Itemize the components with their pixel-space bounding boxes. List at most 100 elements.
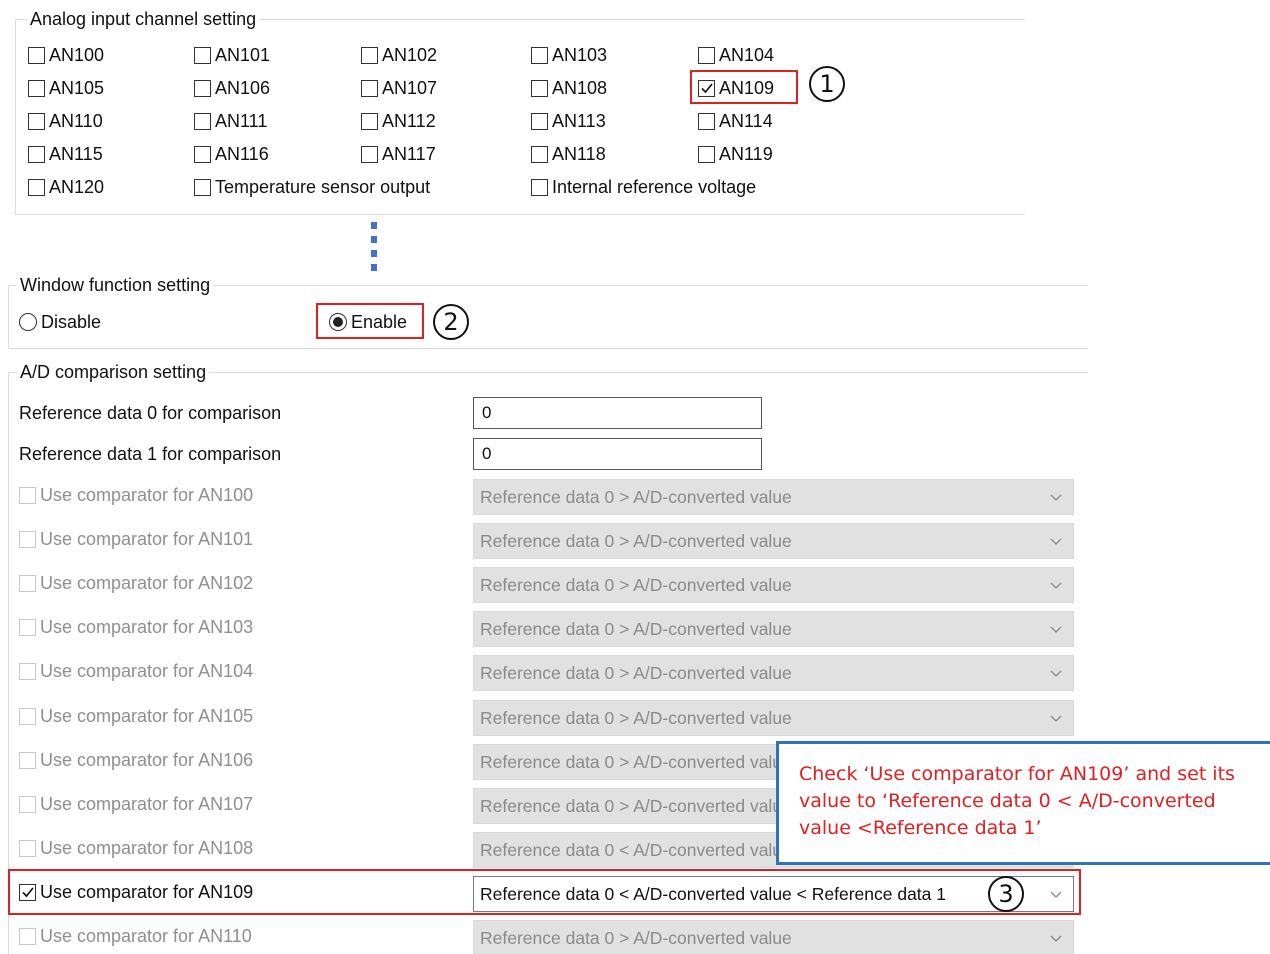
- disable-radio-circle[interactable]: [19, 313, 37, 331]
- channel-checkbox-an106[interactable]: AN106: [194, 76, 270, 100]
- channel-checkbox-an113-box[interactable]: [531, 112, 548, 130]
- channel-checkbox-an115[interactable]: AN115: [28, 142, 103, 166]
- comparator-checkbox-an105-box: [19, 707, 36, 725]
- analog-input-group: [15, 19, 1025, 215]
- comparator-checkbox-an102: Use comparator for AN102: [19, 571, 253, 595]
- channel-checkbox-an114-label: AN114: [719, 110, 773, 131]
- channel-checkbox-an103[interactable]: AN103: [531, 43, 607, 67]
- analog-input-group-title: Analog input channel setting: [27, 9, 260, 30]
- channel-checkbox-an111-label: AN111: [215, 110, 268, 131]
- channel-checkbox-an102[interactable]: AN102: [361, 43, 437, 67]
- ref1-input[interactable]: 0: [473, 438, 762, 470]
- channel-checkbox-an104-box[interactable]: [698, 46, 715, 64]
- channel-checkbox-an110-box[interactable]: [28, 112, 45, 130]
- channel-checkbox-an100[interactable]: AN100: [28, 43, 104, 67]
- comparator-checkbox-an107-box: [19, 795, 36, 813]
- ad-comparison-group-title: A/D comparison setting: [17, 362, 210, 383]
- channel-checkbox-an100-box[interactable]: [28, 46, 45, 64]
- channel-checkbox-an114[interactable]: AN114: [698, 109, 773, 133]
- ref0-input[interactable]: 0: [473, 397, 762, 429]
- channel-checkbox-an110-label: AN110: [49, 110, 103, 131]
- channel-checkbox-an117-label: AN117: [382, 143, 436, 164]
- comparator-mode-value: Reference data 0 > A/D-converted value: [480, 751, 792, 772]
- internal-reference-checkbox[interactable]: Internal reference voltage: [531, 175, 756, 199]
- channel-checkbox-an118-box[interactable]: [531, 145, 548, 163]
- channel-checkbox-an108-label: AN108: [552, 77, 608, 98]
- chevron-down-icon: [1049, 664, 1063, 678]
- temperature-sensor-checkbox[interactable]: Temperature sensor output: [194, 175, 430, 199]
- temperature-sensor-checkbox-box[interactable]: [194, 178, 211, 196]
- ref0-label: Reference data 0 for comparison: [19, 402, 282, 423]
- comparator-checkbox-an100: Use comparator for AN100: [19, 483, 253, 507]
- comparator-checkbox-an106-label: Use comparator for AN106: [40, 749, 254, 770]
- marker-2: 2: [433, 304, 469, 340]
- highlight-enable: [316, 303, 424, 339]
- channel-checkbox-an108[interactable]: AN108: [531, 76, 607, 100]
- channel-checkbox-an110[interactable]: AN110: [28, 109, 103, 133]
- comparator-checkbox-an106: Use comparator for AN106: [19, 748, 253, 772]
- channel-checkbox-an101-label: AN101: [215, 44, 271, 65]
- channel-checkbox-an120-label: AN120: [49, 176, 105, 197]
- comparator-mode-value: Reference data 0 > A/D-converted value: [480, 707, 792, 728]
- comparator-mode-value: Reference data 0 > A/D-converted value: [480, 662, 792, 683]
- channel-checkbox-an107-box[interactable]: [361, 79, 378, 97]
- channel-checkbox-an115-box[interactable]: [28, 145, 45, 163]
- channel-checkbox-an104[interactable]: AN104: [698, 43, 774, 67]
- channel-checkbox-an107[interactable]: AN107: [361, 76, 437, 100]
- channel-checkbox-an111-box[interactable]: [194, 112, 211, 130]
- comparator-checkbox-an104-box: [19, 662, 36, 680]
- channel-checkbox-an105-box[interactable]: [28, 79, 45, 97]
- comparator-checkbox-an102-label: Use comparator for AN102: [40, 572, 254, 593]
- channel-checkbox-an120[interactable]: AN120: [28, 175, 104, 199]
- highlight-an109: [690, 70, 798, 104]
- channel-checkbox-an100-label: AN100: [49, 44, 105, 65]
- comparator-mode-value: Reference data 0 > A/D-converted value: [480, 530, 792, 551]
- channel-checkbox-an119-label: AN119: [719, 143, 773, 164]
- comparator-checkbox-an105: Use comparator for AN105: [19, 704, 253, 728]
- comparator-checkbox-an100-box: [19, 486, 36, 504]
- channel-checkbox-an106-box[interactable]: [194, 79, 211, 97]
- channel-checkbox-an113[interactable]: AN113: [531, 109, 606, 133]
- comparator-mode-select-an100: Reference data 0 > A/D-converted value: [473, 479, 1074, 515]
- channel-checkbox-an119[interactable]: AN119: [698, 142, 773, 166]
- continuation-dots: [371, 222, 377, 278]
- channel-checkbox-an102-box[interactable]: [361, 46, 378, 64]
- comparator-mode-select-an104: Reference data 0 > A/D-converted value: [473, 655, 1074, 691]
- channel-checkbox-an112[interactable]: AN112: [361, 109, 436, 133]
- channel-checkbox-an105[interactable]: AN105: [28, 76, 104, 100]
- channel-checkbox-an114-box[interactable]: [698, 112, 715, 130]
- comparator-checkbox-an101: Use comparator for AN101: [19, 527, 253, 551]
- comparator-checkbox-an108-box: [19, 839, 36, 857]
- channel-checkbox-an112-box[interactable]: [361, 112, 378, 130]
- channel-checkbox-an118[interactable]: AN118: [531, 142, 606, 166]
- comparator-mode-select-an103: Reference data 0 > A/D-converted value: [473, 611, 1074, 647]
- comparator-mode-select-an105: Reference data 0 > A/D-converted value: [473, 700, 1074, 736]
- channel-checkbox-an101-box[interactable]: [194, 46, 211, 64]
- disable-radio-label: Disable: [41, 311, 102, 332]
- comparator-checkbox-an102-box: [19, 574, 36, 592]
- marker-1: 1: [809, 66, 845, 102]
- channel-checkbox-an103-label: AN103: [552, 44, 608, 65]
- chevron-down-icon: [1049, 576, 1063, 590]
- internal-reference-checkbox-box[interactable]: [531, 178, 548, 196]
- channel-checkbox-an111[interactable]: AN111: [194, 109, 267, 133]
- highlight-an109-row: [8, 869, 1081, 915]
- comparator-checkbox-an107-label: Use comparator for AN107: [40, 793, 254, 814]
- channel-checkbox-an117-box[interactable]: [361, 145, 378, 163]
- channel-checkbox-an120-box[interactable]: [28, 178, 45, 196]
- channel-checkbox-an103-box[interactable]: [531, 46, 548, 64]
- comparator-checkbox-an107: Use comparator for AN107: [19, 792, 253, 816]
- comparator-checkbox-an106-box: [19, 751, 36, 769]
- channel-checkbox-an101[interactable]: AN101: [194, 43, 270, 67]
- channel-checkbox-an116-box[interactable]: [194, 145, 211, 163]
- channel-checkbox-an119-box[interactable]: [698, 145, 715, 163]
- comparator-mode-select-an102: Reference data 0 > A/D-converted value: [473, 567, 1074, 603]
- comparator-checkbox-an103: Use comparator for AN103: [19, 615, 253, 639]
- channel-checkbox-an116[interactable]: AN116: [194, 142, 269, 166]
- comparator-mode-select-an110: Reference data 0 > A/D-converted value: [473, 920, 1074, 954]
- disable-radio[interactable]: Disable: [19, 310, 101, 334]
- comparator-checkbox-an104: Use comparator for AN104: [19, 659, 253, 683]
- channel-checkbox-an117[interactable]: AN117: [361, 142, 436, 166]
- channel-checkbox-an108-box[interactable]: [531, 79, 548, 97]
- comparator-checkbox-an110-label: Use comparator for AN110: [40, 925, 252, 946]
